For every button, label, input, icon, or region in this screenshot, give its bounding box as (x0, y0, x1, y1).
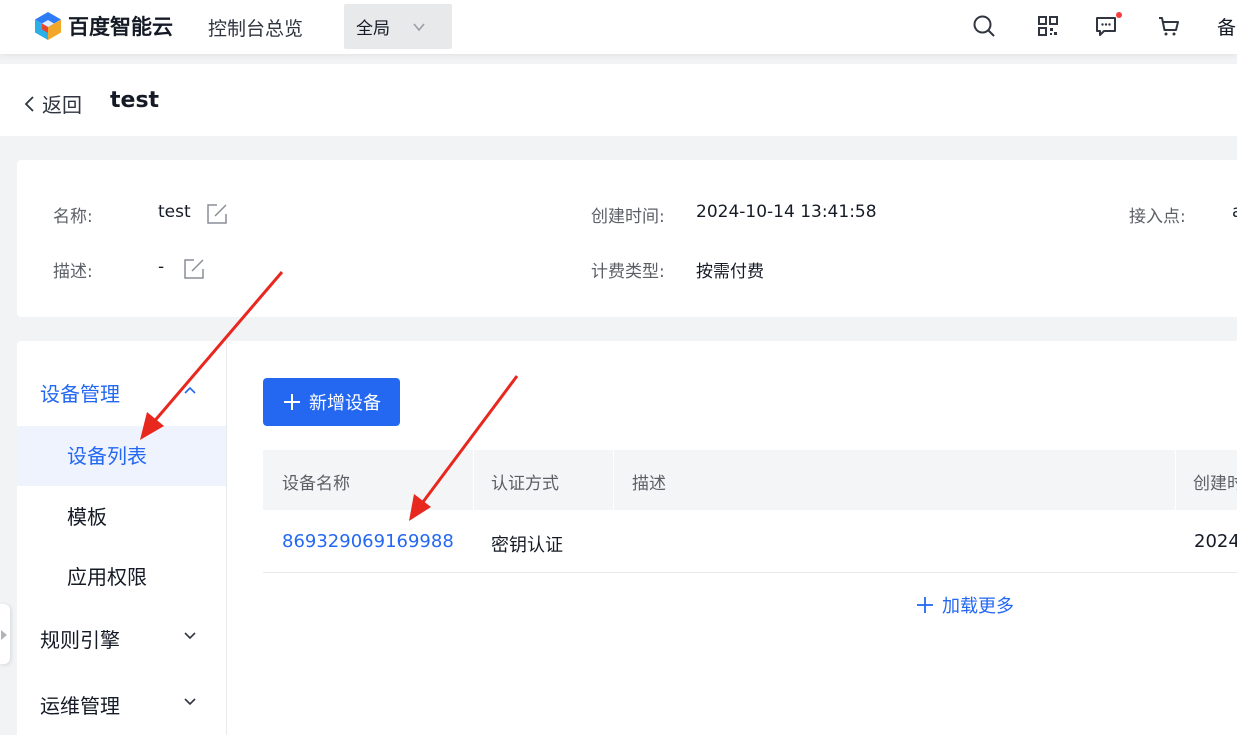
message-icon[interactable] (1094, 12, 1122, 38)
column-header-created-time: 创建时 (1193, 474, 1237, 494)
back-button[interactable]: 返回 (22, 89, 82, 118)
description-value: - (158, 257, 165, 277)
region-selector[interactable]: 全局 (344, 4, 452, 49)
sidebar-group-rule-engine[interactable]: 规则引擎 (40, 624, 120, 653)
sidebar-collapse-handle[interactable] (0, 604, 10, 664)
edit-description-icon[interactable] (183, 258, 205, 280)
qrcode-icon[interactable] (1036, 14, 1060, 38)
sidebar-divider (226, 341, 227, 735)
notification-dot (1116, 12, 1122, 18)
chevron-up-icon[interactable] (182, 382, 198, 398)
column-header-auth-method: 认证方式 (491, 474, 559, 494)
name-value: test (158, 202, 191, 222)
load-more-label: 加载更多 (942, 596, 1014, 617)
region-selector-value: 全局 (356, 19, 390, 39)
column-divider (473, 450, 474, 510)
description-label: 描述: (53, 262, 93, 282)
instance-info-card (17, 160, 1237, 317)
column-header-device-name: 设备名称 (282, 474, 350, 494)
chevron-left-icon (24, 95, 34, 112)
top-navigation-bar: 百度智能云 控制台总览 全局 备 (0, 0, 1237, 54)
name-label: 名称: (53, 207, 93, 227)
billing-type-label: 计费类型: (591, 262, 665, 282)
sidebar-item-app-permission[interactable]: 应用权限 (17, 547, 226, 607)
column-header-description: 描述 (632, 474, 666, 494)
back-label: 返回 (42, 93, 82, 117)
caret-right-icon (1, 630, 7, 640)
add-device-label: 新增设备 (309, 393, 381, 414)
page-title: test (110, 88, 160, 113)
sidebar-item-device-list[interactable]: 设备列表 (17, 426, 226, 486)
sidebar-group-operations[interactable]: 运维管理 (40, 690, 120, 719)
plus-icon (917, 597, 933, 613)
device-name-link[interactable]: 869329069169988 (282, 531, 454, 552)
table-row-divider (263, 572, 1237, 573)
cube-logo-icon (35, 12, 61, 40)
created-time-label: 创建时间: (591, 207, 665, 227)
chevron-down-icon[interactable] (182, 628, 198, 644)
auth-method-cell: 密钥认证 (491, 535, 563, 556)
console-overview-link[interactable]: 控制台总览 (208, 14, 303, 41)
brand-name: 百度智能云 (68, 15, 173, 39)
column-divider (1175, 450, 1176, 510)
search-icon[interactable] (972, 14, 996, 38)
column-divider (613, 450, 614, 510)
add-device-button[interactable]: 新增设备 (263, 378, 400, 426)
endpoint-label: 接入点: (1129, 207, 1186, 227)
brand-logo[interactable]: 百度智能云 (32, 10, 173, 42)
page-header: 返回 test (0, 64, 1237, 136)
billing-type-value: 按需付费 (696, 262, 764, 282)
chevron-down-icon (413, 23, 425, 32)
sidebar-group-device-management[interactable]: 设备管理 (40, 378, 120, 407)
plus-icon (284, 394, 300, 410)
chevron-down-icon[interactable] (182, 694, 198, 710)
endpoint-value: a (1232, 202, 1237, 222)
created-time-cell: 2024 (1194, 531, 1237, 552)
sidebar-item-template[interactable]: 模板 (17, 487, 226, 547)
load-more-button[interactable]: 加载更多 (916, 592, 1014, 618)
cart-icon[interactable] (1157, 14, 1181, 38)
filing-link[interactable]: 备 (1217, 13, 1236, 40)
created-time-value: 2024-10-14 13:41:58 (696, 202, 877, 222)
edit-name-icon[interactable] (206, 203, 228, 225)
device-table-header (263, 450, 1237, 510)
